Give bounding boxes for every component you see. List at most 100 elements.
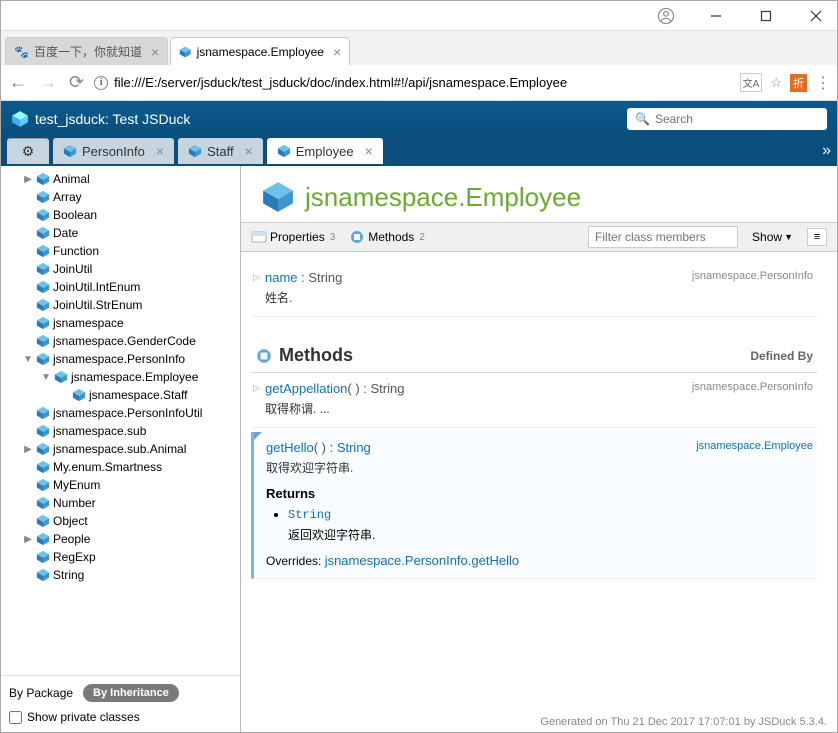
- expand-icon[interactable]: ▷: [253, 272, 260, 283]
- defined-in[interactable]: jsnamespace.PersonInfo: [692, 270, 813, 282]
- tree-item[interactable]: Object: [1, 512, 240, 530]
- search-field[interactable]: [655, 112, 819, 126]
- cube-icon: [72, 388, 86, 402]
- reload-button[interactable]: ⟳: [67, 70, 86, 95]
- tab-close-icon[interactable]: ×: [365, 143, 373, 159]
- overrides-label: Overrides:: [266, 554, 325, 568]
- overflow-icon[interactable]: »: [822, 142, 831, 160]
- tree-item[interactable]: My.enum.Smartness: [1, 458, 240, 476]
- tree-item[interactable]: JoinUtil.StrEnum: [1, 296, 240, 314]
- tree-arrow-icon[interactable]: [23, 534, 33, 545]
- class-tree[interactable]: AnimalArray Boolean DateFunction JoinUtil Jo…: [1, 166, 240, 675]
- translate-icon[interactable]: 文A: [740, 73, 763, 92]
- count-badge: 2: [419, 232, 425, 243]
- search-input[interactable]: 🔍: [627, 108, 827, 130]
- cube-icon: [36, 244, 50, 258]
- by-inheritance-button[interactable]: By Inheritance: [83, 684, 179, 702]
- tree-item[interactable]: People: [1, 530, 240, 548]
- account-icon[interactable]: [650, 4, 682, 28]
- tree-item[interactable]: jsnamespace.PersonInfo: [1, 350, 240, 368]
- members-panel[interactable]: ▷ jsnamespace.PersonInfo name : String 姓…: [241, 252, 837, 712]
- return-type[interactable]: String: [337, 440, 371, 455]
- tab-staff[interactable]: Staff ×: [178, 138, 263, 164]
- tree-item[interactable]: jsnamespace.sub.Animal: [1, 440, 240, 458]
- show-dropdown[interactable]: Show ▼: [752, 230, 793, 244]
- tree-arrow-icon[interactable]: [23, 354, 33, 365]
- cube-icon: [188, 144, 202, 158]
- tree-arrow-icon[interactable]: [41, 372, 51, 383]
- method-row[interactable]: ▷ jsnamespace.PersonInfo getAppellation(…: [251, 373, 817, 428]
- tree-item[interactable]: JoinUtil.IntEnum: [1, 278, 240, 296]
- member-desc: 取得称谓. ...: [265, 400, 813, 417]
- tree-item[interactable]: Array: [1, 188, 240, 206]
- tree-item[interactable]: RegExp: [1, 548, 240, 566]
- tree-arrow-icon[interactable]: [23, 444, 33, 455]
- tree-item[interactable]: String: [1, 566, 240, 584]
- checkbox[interactable]: [9, 711, 22, 724]
- show-private-checkbox[interactable]: Show private classes: [9, 710, 232, 724]
- tab-employee[interactable]: Employee ×: [267, 138, 383, 164]
- browser-tab[interactable]: 🐾 百度一下，你就知道 ×: [5, 37, 168, 65]
- properties-filter[interactable]: Properties 3: [251, 229, 335, 245]
- tree-item[interactable]: Boolean: [1, 206, 240, 224]
- cube-icon: [36, 280, 50, 294]
- member-name[interactable]: getHello: [266, 440, 314, 455]
- tree-item[interactable]: jsnamespace.Staff: [1, 386, 240, 404]
- back-button[interactable]: ←: [7, 70, 29, 95]
- tree-item[interactable]: Number: [1, 494, 240, 512]
- member-name[interactable]: getAppellation: [265, 381, 347, 396]
- tab-close-icon[interactable]: ×: [151, 44, 159, 60]
- site-info-icon[interactable]: i: [94, 76, 108, 90]
- tab-close-icon[interactable]: ×: [245, 143, 253, 159]
- tree-item[interactable]: Date: [1, 224, 240, 242]
- methods-filter[interactable]: Methods 2: [349, 229, 425, 245]
- url-input[interactable]: i file:///E:/server/jsduck/test_jsduck/d…: [94, 75, 732, 90]
- tree-arrow-icon[interactable]: [23, 174, 33, 185]
- defined-in[interactable]: jsnamespace.PersonInfo: [692, 381, 813, 393]
- tab-personinfo[interactable]: PersonInfo ×: [53, 138, 174, 164]
- method-row-expanded[interactable]: jsnamespace.Employee getHello( ) : Strin…: [251, 432, 817, 579]
- tree-item[interactable]: jsnamespace.sub: [1, 422, 240, 440]
- tree-item[interactable]: JoinUtil: [1, 260, 240, 278]
- tree-label: jsnamespace.sub.Animal: [53, 442, 186, 456]
- tree-item[interactable]: jsnamespace.PersonInfoUtil: [1, 404, 240, 422]
- tree-item[interactable]: Animal: [1, 170, 240, 188]
- browser-tab-active[interactable]: jsnamespace.Employee ×: [170, 37, 350, 65]
- forward-button[interactable]: →: [37, 70, 59, 95]
- tree-label: jsnamespace.Employee: [71, 370, 198, 384]
- overrides-link[interactable]: jsnamespace.PersonInfo.getHello: [325, 553, 519, 568]
- tree-item[interactable]: Function: [1, 242, 240, 260]
- maximize-button[interactable]: [750, 4, 782, 28]
- cube-icon: [36, 442, 50, 456]
- member-name[interactable]: name: [265, 270, 298, 285]
- tab-close-icon[interactable]: ×: [156, 143, 164, 159]
- tree-item[interactable]: jsnamespace: [1, 314, 240, 332]
- property-row[interactable]: ▷ jsnamespace.PersonInfo name : String 姓…: [251, 262, 817, 317]
- tree-item[interactable]: jsnamespace.GenderCode: [1, 332, 240, 350]
- close-button[interactable]: [800, 4, 832, 28]
- tree-item[interactable]: MyEnum: [1, 476, 240, 494]
- menu-icon[interactable]: ⋮: [815, 73, 831, 93]
- window-titlebar: [1, 1, 837, 31]
- expand-icon: ≡: [814, 231, 820, 243]
- settings-tab[interactable]: ⚙: [7, 138, 49, 164]
- tree-label: jsnamespace.sub: [53, 424, 146, 438]
- minimize-button[interactable]: [700, 4, 732, 28]
- return-type-link[interactable]: String: [288, 508, 331, 522]
- defined-in[interactable]: jsnamespace.Employee: [696, 440, 813, 452]
- tree-label: Boolean: [53, 208, 97, 222]
- cube-icon: [277, 144, 291, 158]
- star-icon[interactable]: ☆: [770, 75, 782, 91]
- method-icon: [255, 347, 273, 365]
- expand-icon[interactable]: ▷: [253, 383, 260, 394]
- cube-icon: [36, 514, 50, 528]
- extension-badge[interactable]: 折: [790, 74, 807, 92]
- expand-all-button[interactable]: ≡: [807, 228, 827, 246]
- tree-label: JoinUtil: [53, 262, 92, 276]
- address-bar: ← → ⟳ i file:///E:/server/jsduck/test_js…: [1, 65, 837, 101]
- member-type: String: [308, 270, 342, 285]
- by-package-label[interactable]: By Package: [9, 686, 73, 700]
- tab-close-icon[interactable]: ×: [333, 44, 341, 60]
- tree-item[interactable]: jsnamespace.Employee: [1, 368, 240, 386]
- filter-input[interactable]: [588, 226, 738, 248]
